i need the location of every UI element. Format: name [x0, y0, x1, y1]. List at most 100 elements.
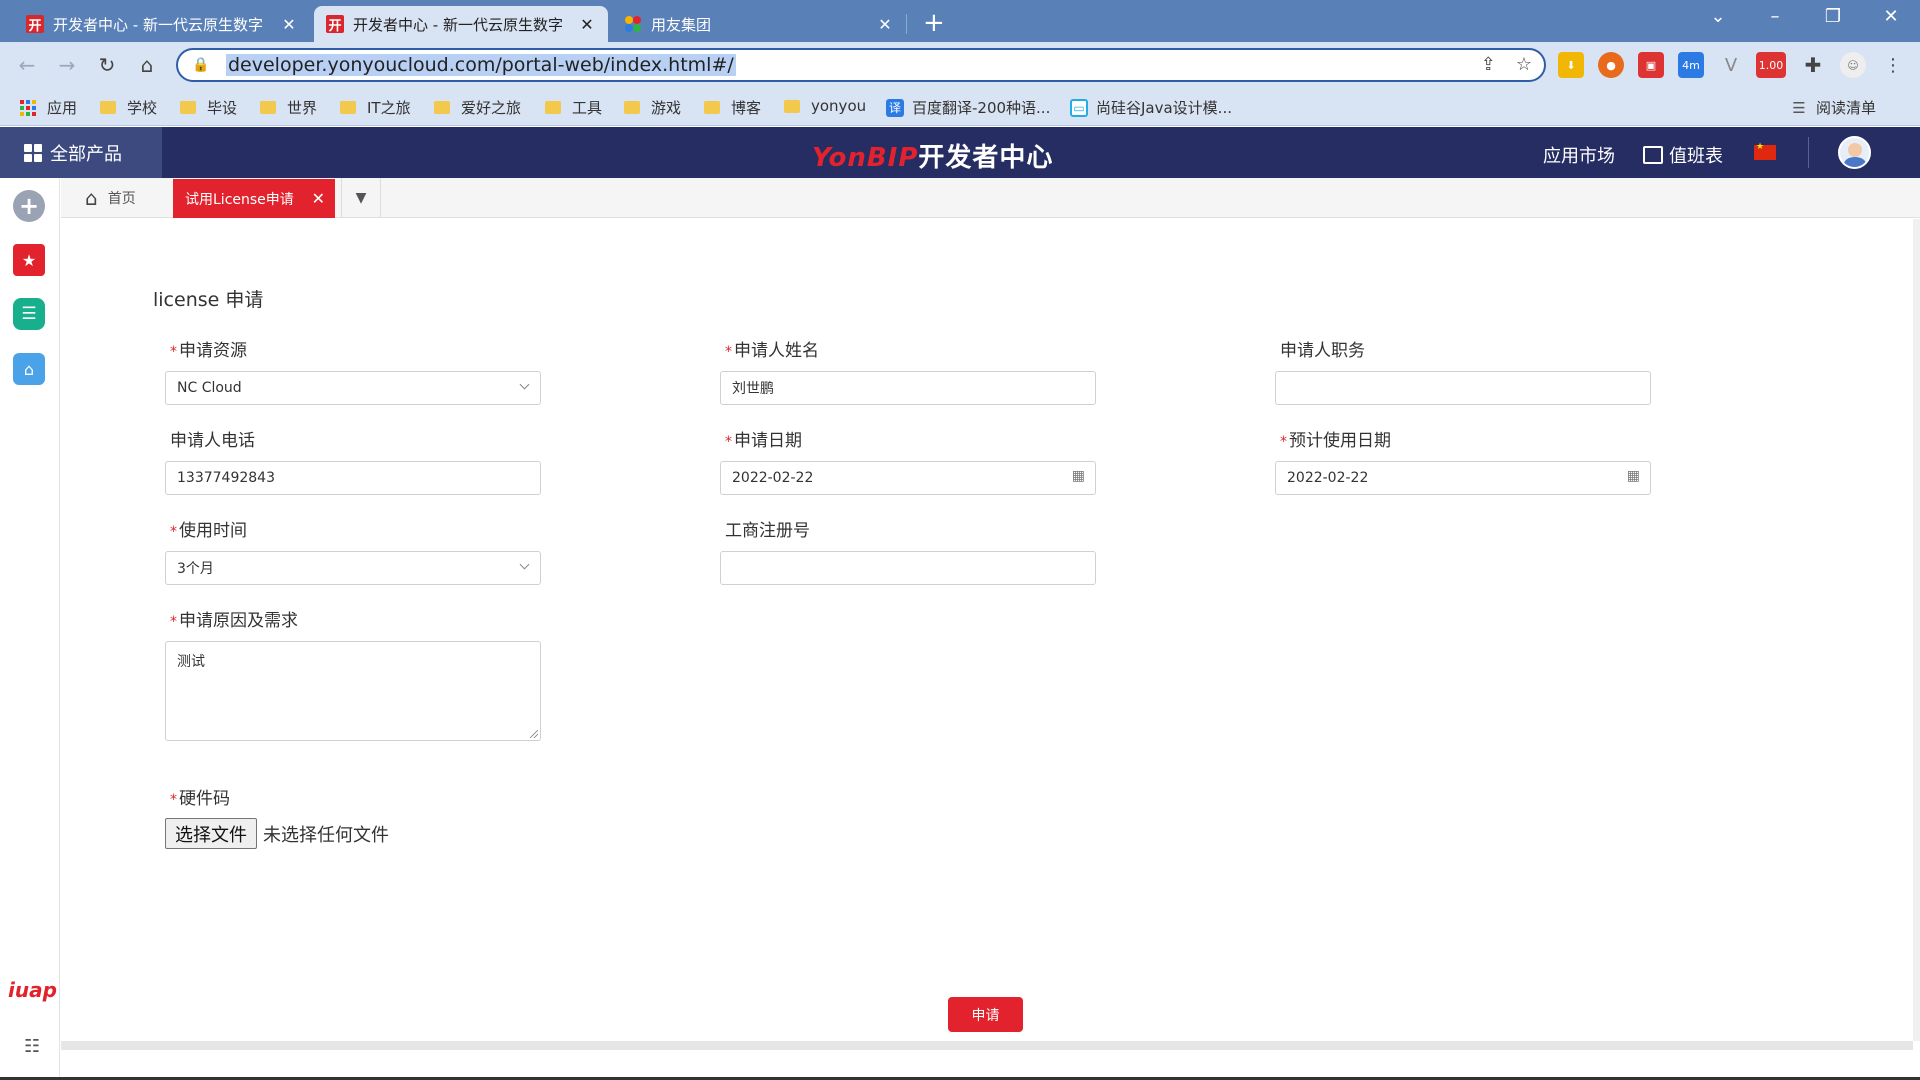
reload-icon[interactable]: ↻ [92, 50, 122, 80]
share-icon[interactable]: ⇪ [1481, 54, 1496, 75]
browser-tab-3[interactable]: 用友集团 ✕ [612, 6, 906, 42]
workspace-home-icon[interactable]: ⌂ [13, 353, 45, 385]
firefox-extension-icon[interactable]: ● [1598, 52, 1624, 78]
yonyou-favicon-icon: 开 [26, 15, 44, 34]
field-duration: * 使用时间 3个月 [165, 519, 541, 585]
translate-icon: 译 [886, 98, 904, 117]
bookmark-apps[interactable]: 应用 [20, 97, 77, 118]
menu-kebab-icon[interactable]: ⋮ [1880, 52, 1906, 78]
field-position: 申请人职务 [1275, 339, 1651, 405]
submit-apply-button[interactable]: 申请 [948, 997, 1023, 1032]
browser-tab-1[interactable]: 开 开发者中心 - 新一代云原生数字 ✕ [14, 6, 310, 42]
vertical-scrollbar[interactable] [1913, 219, 1920, 1041]
bookmark-folder[interactable]: 世界 [260, 97, 317, 118]
folder-icon [434, 101, 450, 114]
field-label: * 预计使用日期 [1275, 429, 1651, 453]
close-tab-icon[interactable]: ✕ [578, 15, 596, 34]
bookmark-label: IT之旅 [367, 99, 411, 117]
forward-icon[interactable]: → [52, 50, 82, 80]
china-flag-icon[interactable] [1754, 142, 1776, 160]
bilibili-icon: ▭ [1070, 98, 1088, 117]
close-tab-icon[interactable]: ✕ [876, 15, 894, 34]
bookmark-folder[interactable]: 毕设 [180, 97, 237, 118]
tab-license-apply[interactable]: 试用License申请 ✕ [173, 179, 335, 218]
bookmark-folder[interactable]: 爱好之旅 [434, 97, 521, 118]
timer-extension-icon[interactable]: 4m [1678, 52, 1704, 78]
bookmark-folder[interactable]: 学校 [100, 97, 157, 118]
reason-textarea[interactable]: 测试 [165, 641, 541, 741]
minimize-icon[interactable]: – [1752, 6, 1798, 27]
required-mark: * [725, 434, 732, 450]
field-resource: * 申请资源 NC Cloud [165, 339, 541, 405]
browser-tab-2[interactable]: 开 开发者中心 - 新一代云原生数字 ✕ [314, 6, 608, 42]
app-market-link[interactable]: 应用市场 [1543, 142, 1615, 168]
label-text: 申请人姓名 [734, 341, 819, 361]
applicant-name-input[interactable]: 刘世鹏 [720, 371, 1096, 405]
resource-select[interactable]: NC Cloud [165, 371, 541, 405]
tabs-dropdown-icon[interactable]: ▼ [341, 178, 381, 218]
yonyou-favicon-icon: 开 [326, 15, 344, 34]
tab-home[interactable]: ⌂ 首页 [85, 178, 136, 218]
applicant-phone-input[interactable]: 13377492843 [165, 461, 541, 495]
browser-tab-strip: 开 开发者中心 - 新一代云原生数字 ✕ 开 开发者中心 - 新一代云原生数字 … [0, 0, 1920, 42]
puzzle-extensions-icon[interactable]: ✚ [1800, 52, 1826, 78]
choose-file-button[interactable]: 选择文件 [165, 818, 257, 849]
required-mark: * [170, 614, 177, 630]
address-bar[interactable]: 🔒 developer.yonyoucloud.com/portal-web/i… [176, 48, 1546, 82]
reading-list[interactable]: ☰ 阅读清单 [1790, 97, 1876, 118]
field-hardware: * 硬件码 [165, 787, 541, 811]
business-reg-input[interactable] [720, 551, 1096, 585]
folder-icon [704, 101, 720, 114]
new-tab-icon[interactable]: + [923, 8, 945, 38]
duty-table-link[interactable]: 值班表 [1643, 142, 1723, 168]
bookmark-label: 尚硅谷Java设计模... [1096, 99, 1232, 117]
bookmark-folder[interactable]: 游戏 [624, 97, 681, 118]
speed-extension-icon[interactable]: 1.00 [1756, 52, 1786, 78]
bookmark-folder[interactable]: yonyou [784, 97, 866, 115]
document-list-icon[interactable]: ☰ [13, 298, 45, 330]
all-products-label: 全部产品 [50, 143, 122, 165]
bookmark-folder[interactable]: 博客 [704, 97, 761, 118]
brand-logo[interactable]: YonBIP开发者中心 [812, 137, 1053, 174]
bookmark-folder[interactable]: IT之旅 [340, 97, 411, 118]
horizontal-scrollbar[interactable] [61, 1041, 1913, 1050]
close-window-icon[interactable]: ✕ [1868, 6, 1914, 27]
bookmark-star-icon[interactable]: ☆ [1516, 54, 1532, 75]
field-label: * 申请原因及需求 [165, 609, 541, 633]
label-text: 申请日期 [734, 431, 802, 451]
favorites-icon[interactable]: ★ [13, 244, 45, 276]
add-icon[interactable]: + [13, 190, 45, 222]
page-tabs: ⌂ 首页 试用License申请 ✕ ▼ [61, 178, 1920, 218]
brand-dev-center: 开发者中心 [918, 143, 1054, 173]
red-extension-icon[interactable]: ▣ [1638, 52, 1664, 78]
user-avatar[interactable] [1838, 136, 1871, 169]
close-tab-icon[interactable]: ✕ [312, 189, 325, 208]
applicant-position-input[interactable] [1275, 371, 1651, 405]
bookmark-label: 工具 [572, 99, 603, 117]
duration-select[interactable]: 3个月 [165, 551, 541, 585]
url-text[interactable]: developer.yonyoucloud.com/portal-web/ind… [226, 54, 736, 76]
home-icon: ⌂ [85, 186, 98, 210]
list-menu-icon[interactable]: ☷ [24, 1036, 40, 1057]
expected-date-picker[interactable]: 2022-02-22 ▦ [1275, 461, 1651, 495]
all-products-button[interactable]: 全部产品 [0, 127, 162, 178]
back-icon[interactable]: ← [12, 50, 42, 80]
field-phone: 申请人电话 13377492843 [165, 429, 541, 495]
input-value: 2022-02-22 [732, 470, 814, 486]
profile-avatar-icon[interactable]: ☺ [1840, 52, 1866, 78]
bookmark-label: 游戏 [651, 99, 682, 117]
home-button-icon[interactable]: ⌂ [132, 50, 162, 80]
field-label: * 硬件码 [165, 787, 541, 811]
close-tab-icon[interactable]: ✕ [280, 15, 298, 34]
label-text: 申请人电话 [170, 431, 255, 451]
v-extension-icon[interactable]: V [1718, 52, 1744, 78]
download-extension-icon[interactable]: ⬇ [1558, 52, 1584, 78]
bookmark-folder[interactable]: 工具 [545, 97, 602, 118]
tab-search-chevron-icon[interactable]: ⌄ [1695, 6, 1741, 27]
restore-icon[interactable]: ❐ [1810, 6, 1856, 27]
bookmark-baidu-translate[interactable]: 译百度翻译-200种语... [886, 97, 1050, 118]
folder-icon [624, 101, 640, 114]
bookmark-bilibili[interactable]: ▭ 尚硅谷Java设计模... [1070, 97, 1232, 118]
apply-date-picker[interactable]: 2022-02-22 ▦ [720, 461, 1096, 495]
select-value: 3个月 [177, 561, 214, 577]
